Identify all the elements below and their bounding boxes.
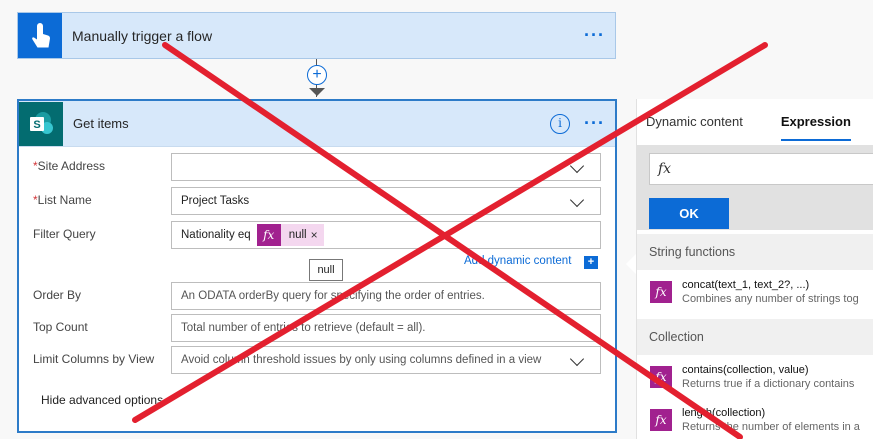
function-description: Returns the number of elements in a bbox=[682, 421, 860, 433]
function-description: Combines any number of strings tog bbox=[682, 293, 859, 305]
limit-columns-row: Limit Columns by View Avoid column thres… bbox=[19, 346, 615, 374]
site-address-label: *Site Address bbox=[33, 159, 105, 173]
panel-pointer bbox=[626, 254, 636, 274]
list-name-label: *List Name bbox=[33, 193, 92, 207]
top-count-input[interactable]: Total number of entries to retrieve (def… bbox=[171, 314, 601, 342]
chevron-down-icon bbox=[569, 192, 585, 208]
fx-icon: fx bbox=[256, 224, 281, 246]
get-items-header[interactable]: S Get items i ··· bbox=[19, 101, 615, 147]
section-collection[interactable]: Collection bbox=[637, 319, 873, 355]
expression-panel: Dynamic content Expression fx OK String … bbox=[636, 99, 873, 439]
list-name-value: Project Tasks bbox=[181, 195, 250, 207]
top-count-row: Top Count Total number of entries to ret… bbox=[19, 314, 615, 342]
trigger-more-icon[interactable]: ··· bbox=[584, 25, 605, 46]
chevron-down-icon bbox=[569, 158, 585, 174]
order-by-input[interactable]: An ODATA orderBy query for specifying th… bbox=[171, 282, 601, 310]
top-count-label: Top Count bbox=[33, 320, 88, 334]
token-label: null bbox=[288, 229, 307, 241]
trigger-title: Manually trigger a flow bbox=[72, 27, 213, 44]
function-item[interactable]: fx length(collection) Returns the number… bbox=[637, 401, 873, 439]
panel-tabs: Dynamic content Expression bbox=[637, 99, 873, 145]
order-by-row: Order By An ODATA orderBy query for spec… bbox=[19, 282, 615, 310]
add-dynamic-content-icon[interactable]: + bbox=[584, 256, 598, 269]
expression-input[interactable]: fx bbox=[649, 153, 873, 185]
list-name-row: *List Name Project Tasks bbox=[19, 187, 615, 215]
fx-icon: fx bbox=[650, 366, 672, 388]
list-name-dropdown[interactable]: Project Tasks bbox=[171, 187, 601, 215]
svg-text:S: S bbox=[33, 119, 40, 131]
filter-query-text: Nationality eq bbox=[181, 229, 251, 241]
action-title: Get items bbox=[73, 116, 129, 131]
limit-columns-dropdown[interactable]: Avoid column threshold issues by only us… bbox=[171, 346, 601, 374]
arrow-down-icon bbox=[309, 88, 325, 96]
sharepoint-icon: S bbox=[19, 101, 63, 146]
tab-expression[interactable]: Expression bbox=[780, 99, 852, 145]
trigger-card[interactable]: Manually trigger a flow ··· bbox=[17, 12, 616, 59]
chevron-down-icon bbox=[569, 351, 585, 367]
function-item[interactable]: fx contains(collection, value) Returns t… bbox=[637, 358, 873, 400]
filter-query-input[interactable]: Nationality eq fx null × bbox=[171, 221, 601, 249]
expression-token[interactable]: fx null × bbox=[256, 224, 324, 246]
token-tooltip: null bbox=[309, 259, 343, 281]
function-name: contains(collection, value) bbox=[682, 364, 809, 376]
function-description: Returns true if a dictionary contains bbox=[682, 378, 855, 390]
action-more-icon[interactable]: ··· bbox=[584, 113, 605, 134]
filter-query-row: Filter Query Nationality eq fx null × bbox=[19, 221, 615, 249]
limit-columns-placeholder: Avoid column threshold issues by only us… bbox=[181, 354, 542, 366]
filter-query-label: Filter Query bbox=[33, 227, 96, 241]
site-address-dropdown[interactable] bbox=[171, 153, 601, 181]
function-name: concat(text_1, text_2?, ...) bbox=[682, 279, 810, 291]
insert-step-button[interactable]: + bbox=[307, 65, 327, 85]
function-item[interactable]: fx concat(text_1, text_2?, ...) Combines… bbox=[637, 273, 873, 315]
remove-token-icon[interactable]: × bbox=[311, 228, 324, 242]
order-by-label: Order By bbox=[33, 288, 82, 302]
info-icon[interactable]: i bbox=[550, 113, 571, 134]
fx-icon: fx bbox=[650, 409, 672, 431]
function-name: length(collection) bbox=[682, 407, 766, 419]
add-dynamic-content-link[interactable]: Add dynamic content bbox=[464, 255, 571, 267]
list-name-label-text: List Name bbox=[37, 193, 92, 207]
fx-icon: fx bbox=[650, 281, 672, 303]
hide-advanced-options-link[interactable]: Hide advanced options bbox=[41, 393, 163, 407]
limit-columns-label: Limit Columns by View bbox=[33, 352, 155, 366]
expression-editor: fx OK bbox=[637, 145, 873, 230]
tab-dynamic-content[interactable]: Dynamic content bbox=[646, 99, 743, 145]
section-string-functions[interactable]: String functions bbox=[637, 234, 873, 270]
touch-trigger-icon bbox=[18, 13, 62, 58]
site-address-label-text: Site Address bbox=[37, 159, 106, 173]
ok-button[interactable]: OK bbox=[649, 198, 729, 229]
site-address-row: *Site Address bbox=[19, 153, 615, 181]
